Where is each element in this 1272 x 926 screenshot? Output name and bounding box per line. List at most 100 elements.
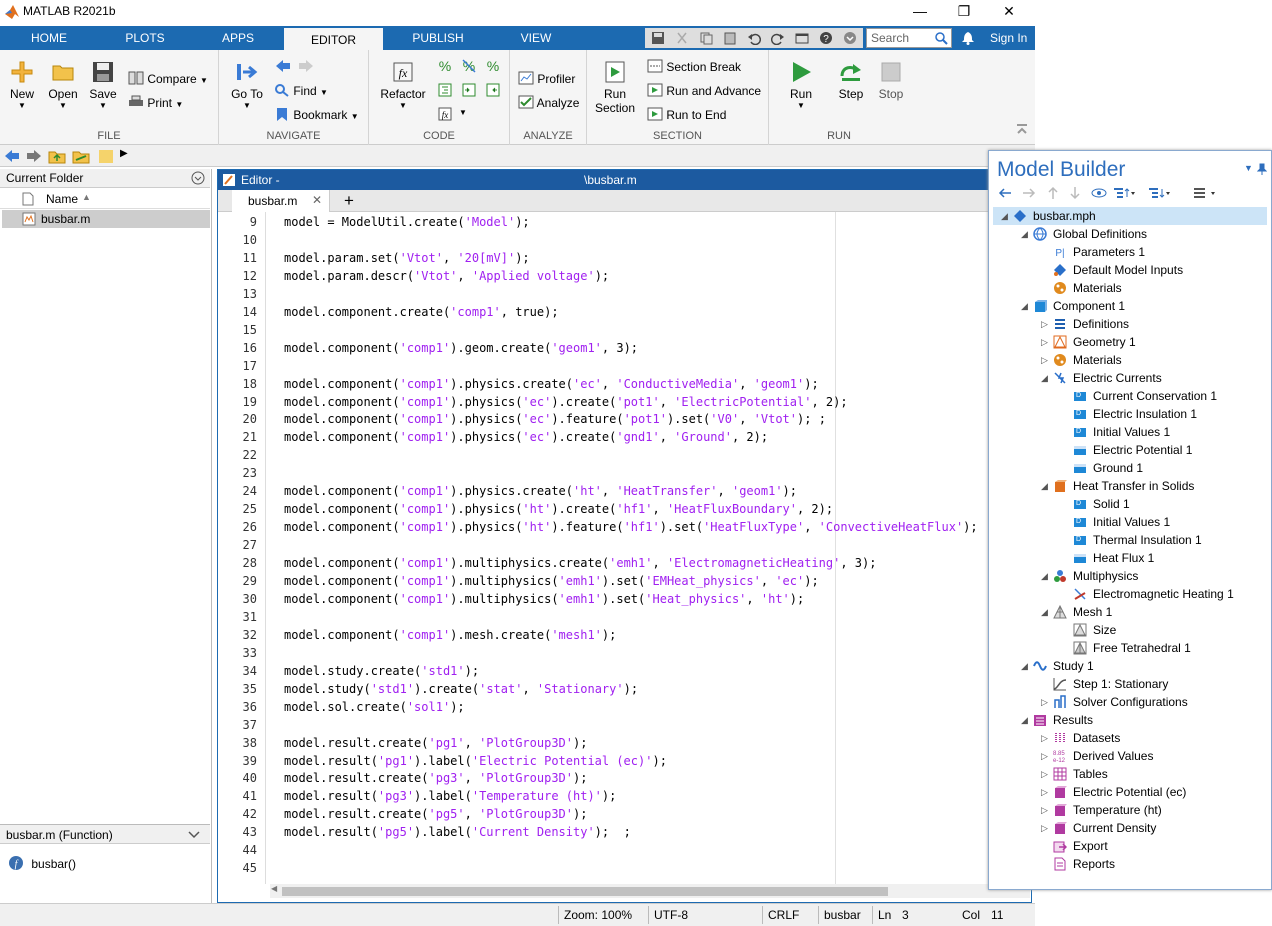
run-section-button[interactable]: Run Section xyxy=(595,60,635,122)
tree-node-ground-1[interactable]: Ground 1 xyxy=(1073,459,1263,477)
tree-node-component-1[interactable]: ◢ Component 1 xyxy=(1021,297,1263,315)
back-arrow-icon[interactable] xyxy=(3,148,21,164)
search-input[interactable]: Search xyxy=(866,28,952,48)
go-to-button[interactable]: Go To ▼ xyxy=(229,60,265,122)
pin-icon[interactable] xyxy=(1257,163,1267,175)
tree-node-export[interactable]: Export xyxy=(1053,837,1263,855)
tab-plots[interactable]: PLOTS xyxy=(110,26,180,50)
tree-node-default-model-inputs[interactable]: Default Model Inputs xyxy=(1053,261,1263,279)
run-button[interactable]: Run ▼ xyxy=(785,60,817,122)
dropdown-icon[interactable]: ▼ xyxy=(1244,163,1253,173)
expand-arrow-icon[interactable]: ▷ xyxy=(1041,693,1048,711)
tree-node-electric-potential-ec[interactable]: ▷ Electric Potential (ec) xyxy=(1041,783,1263,801)
tree-node-results[interactable]: ◢ Results xyxy=(1021,711,1263,729)
tree-node-definitions[interactable]: ▷ Definitions xyxy=(1041,315,1263,333)
forward-arrow-icon[interactable] xyxy=(1021,187,1037,199)
collapse-arrow-icon[interactable]: ◢ xyxy=(1021,711,1028,729)
tree-node-materials[interactable]: Materials xyxy=(1053,279,1263,297)
forward-arrow-icon[interactable] xyxy=(25,148,43,164)
tree-node-mesh-1[interactable]: ◢ Mesh 1 xyxy=(1041,603,1263,621)
tree-node-reports[interactable]: Reports xyxy=(1053,855,1263,873)
tree-node-parameters-1[interactable]: P| Parameters 1 xyxy=(1053,243,1263,261)
name-column-header[interactable]: Name ▲ xyxy=(0,189,210,209)
move-down-icon[interactable] xyxy=(1069,185,1081,201)
step-button[interactable]: Step xyxy=(835,60,867,122)
collapse-sections-icon[interactable] xyxy=(1148,186,1170,200)
path-separator-icon[interactable]: ▶ xyxy=(120,148,128,159)
save-button[interactable]: Save ▼ xyxy=(88,60,118,122)
bookmark-button[interactable]: Bookmark ▼ xyxy=(274,106,359,124)
tree-node-current-density[interactable]: ▷ Current Density xyxy=(1041,819,1263,837)
tree-node-multiphysics[interactable]: ◢ Multiphysics xyxy=(1041,567,1263,585)
expand-arrow-icon[interactable]: ▷ xyxy=(1041,801,1048,819)
find-button[interactable]: Find ▼ xyxy=(274,82,328,100)
sign-in-link[interactable]: Sign In xyxy=(990,31,1027,45)
wrap-comment-icon[interactable]: % xyxy=(485,58,501,74)
copy-icon[interactable] xyxy=(699,31,713,45)
section-break-button[interactable]: Section Break xyxy=(647,58,741,76)
tree-node-tables[interactable]: ▷ Tables xyxy=(1041,765,1263,783)
collapse-arrow-icon[interactable]: ◢ xyxy=(1041,477,1048,495)
horizontal-scrollbar[interactable]: ◀ xyxy=(270,884,1030,898)
back-arrow-icon[interactable] xyxy=(274,58,292,74)
chevron-down-icon[interactable] xyxy=(843,31,857,45)
collapse-ribbon-icon[interactable] xyxy=(1015,123,1029,137)
tab-apps[interactable]: APPS xyxy=(203,26,273,50)
redo-icon[interactable] xyxy=(771,31,785,45)
expand-arrow-icon[interactable]: ▷ xyxy=(1041,765,1048,783)
collapse-arrow-icon[interactable]: ◢ xyxy=(1041,567,1048,585)
close-button[interactable]: ✕ xyxy=(986,0,1032,24)
expand-arrow-icon[interactable]: ▷ xyxy=(1041,729,1048,747)
tree-node-electric-potential-1[interactable]: Electric Potential 1 xyxy=(1073,441,1263,459)
up-folder-icon[interactable] xyxy=(48,148,66,164)
code-options-dropdown[interactable]: ▼ xyxy=(459,108,467,117)
tab-publish[interactable]: PUBLISH xyxy=(403,26,473,50)
expand-arrow-icon[interactable]: ▷ xyxy=(1041,819,1048,837)
tree-node-study-1[interactable]: ◢ Study 1 xyxy=(1021,657,1263,675)
tree-node-solid-1[interactable]: D Solid 1 xyxy=(1073,495,1263,513)
tree-node-temperature-ht[interactable]: ▷ Temperature (ht) xyxy=(1041,801,1263,819)
tree-node-electric-insulation-1[interactable]: D Electric Insulation 1 xyxy=(1073,405,1263,423)
analyze-button[interactable]: Analyze xyxy=(518,94,579,112)
tree-node-electromagnetic-heating-1[interactable]: Electromagnetic Heating 1 xyxy=(1073,585,1263,603)
tree-node-free-tetrahedral-1[interactable]: Free Tetrahedral 1 xyxy=(1073,639,1263,657)
notification-bell-icon[interactable] xyxy=(961,31,975,45)
tree-node-initial-values-1[interactable]: D Initial Values 1 xyxy=(1073,513,1263,531)
outdent-icon[interactable] xyxy=(485,82,501,98)
tab-view[interactable]: VIEW xyxy=(501,26,571,50)
tree-node-geometry-1[interactable]: ▷ Geometry 1 xyxy=(1041,333,1263,351)
collapse-arrow-icon[interactable]: ◢ xyxy=(1021,297,1028,315)
tree-node-heat-flux-1[interactable]: Heat Flux 1 xyxy=(1073,549,1263,567)
function-item[interactable]: f busbar() xyxy=(8,855,76,873)
collapse-arrow-icon[interactable]: ◢ xyxy=(1021,657,1028,675)
smart-indent-icon[interactable] xyxy=(437,82,453,98)
compare-button[interactable]: Compare ▼ xyxy=(128,70,208,88)
maximize-button[interactable]: ❐ xyxy=(941,0,987,24)
panel-options-icon[interactable] xyxy=(191,171,205,185)
back-arrow-icon[interactable] xyxy=(997,187,1013,199)
profiler-button[interactable]: Profiler xyxy=(518,70,575,88)
new-button[interactable]: New ▼ xyxy=(6,60,38,122)
browse-folder-icon[interactable] xyxy=(72,148,90,164)
tree-node-heat-transfer-in-solids[interactable]: ◢ Heat Transfer in Solids xyxy=(1041,477,1263,495)
code-area[interactable]: model = ModelUtil.create('Model'); model.… xyxy=(218,212,1031,884)
scroll-left-icon[interactable]: ◀ xyxy=(271,884,277,893)
tab-busbar[interactable]: busbar.m ✕ xyxy=(232,190,330,212)
tree-node-initial-values-1[interactable]: D Initial Values 1 xyxy=(1073,423,1263,441)
tree-node-busbar-mph[interactable]: ◢ busbar.mph xyxy=(993,207,1267,225)
uncomment-icon[interactable]: % xyxy=(461,58,477,74)
tree-node-derived-values[interactable]: ▷ 8.85 e-12 Derived Values xyxy=(1041,747,1263,765)
cut-icon[interactable] xyxy=(675,31,689,45)
open-button[interactable]: Open ▼ xyxy=(46,60,80,122)
collapse-arrow-icon[interactable]: ◢ xyxy=(1041,603,1048,621)
comment-icon[interactable]: % xyxy=(437,58,453,74)
details-header[interactable]: busbar.m (Function) xyxy=(0,824,210,844)
expand-arrow-icon[interactable]: ▷ xyxy=(1041,333,1048,351)
tree-node-global-definitions[interactable]: ◢ Global Definitions xyxy=(1021,225,1263,243)
expand-arrow-icon[interactable]: ▷ xyxy=(1041,351,1048,369)
forward-arrow-icon[interactable] xyxy=(297,58,315,74)
collapse-arrow-icon[interactable]: ◢ xyxy=(1021,225,1028,243)
tree-node-materials[interactable]: ▷ Materials xyxy=(1041,351,1263,369)
tree-node-datasets[interactable]: ▷ Datasets xyxy=(1041,729,1263,747)
tree-node-electric-currents[interactable]: ◢ Electric Currents xyxy=(1041,369,1263,387)
